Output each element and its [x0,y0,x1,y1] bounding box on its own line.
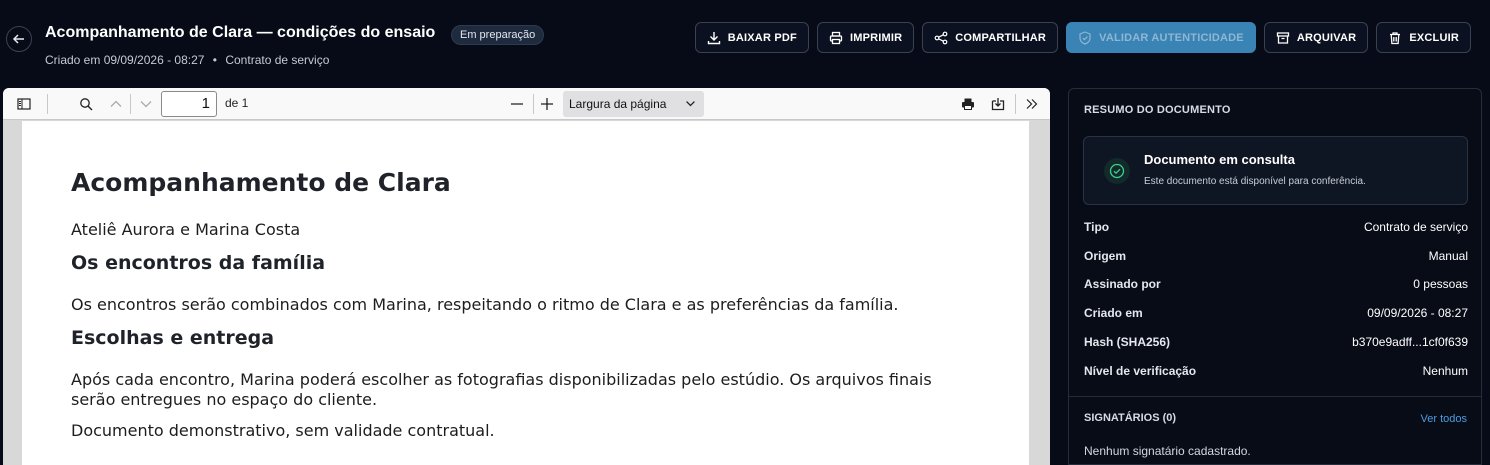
page-title: Acompanhamento de Clara — condições do e… [45,24,436,41]
section-heading: Escolhas e entrega [71,327,275,349]
zoom-select[interactable]: Largura da página [563,91,704,117]
sidebar-toggle-button[interactable] [17,97,31,111]
download-pdf-label: BAIXAR PDF [727,31,797,44]
delete-label: EXCLUIR [1409,31,1459,44]
printer-icon [829,31,843,44]
summary-label: Criado em [1084,306,1143,320]
share-label: COMPARTILHAR [955,31,1047,44]
arrow-left-icon [12,34,24,44]
summary-value: b370e9adff...1cf0f639 [1352,335,1468,349]
zoom-select-value: Largura da página [569,97,667,111]
share-icon [934,31,948,44]
document-parties: Ateliê Aurora e Marina Costa [71,220,301,239]
print-button[interactable]: IMPRIMIR [816,22,915,53]
summary-label: Origem [1084,249,1127,263]
minus-icon [511,103,523,105]
check-circle-icon [1104,158,1130,184]
summary-value: 09/09/2026 - 08:27 [1367,306,1468,320]
plus-icon [541,98,553,110]
no-signers-message: Nenhum signatário cadastrado. [1084,444,1251,458]
separator-dot: • [212,53,217,67]
summary-label: Nível de verificação [1084,364,1197,378]
signers-title: SIGNATÁRIOS (0) [1084,412,1177,424]
double-chevron-right-icon [1026,99,1038,109]
validate-authenticity-button[interactable]: VALIDAR AUTENTICIDADE [1066,22,1256,53]
page-count-label: de 1 [225,96,249,110]
summary-row-hash: Hash (SHA256) b370e9adff...1cf0f639 [1084,335,1468,349]
print-label: IMPRIMIR [849,31,903,44]
sidebar-icon [17,98,31,110]
document-title: Acompanhamento de Clara [71,168,451,197]
chevron-down-icon [686,101,695,107]
toolbar-divider [47,94,48,114]
trash-icon [1390,31,1401,44]
download-pdf-button[interactable]: BAIXAR PDF [694,22,809,53]
panel-title: RESUMO DO DOCUMENTO [1084,104,1231,116]
status-description: Este documento está disponível para conf… [1144,176,1366,187]
summary-value: 0 pessoas [1413,277,1468,291]
pdf-viewer: 1 de 1 Largura da página Acompanhamento … [3,88,1050,465]
share-button[interactable]: COMPARTILHAR [922,22,1059,53]
next-page-button[interactable] [139,97,153,111]
save-icon [991,98,1005,111]
see-all-link[interactable]: Ver todos [1421,413,1467,425]
document-type: Contrato de serviço [225,53,330,67]
chevron-up-icon [110,100,122,107]
summary-value: Contrato de serviço [1363,220,1468,234]
page-number-input[interactable]: 1 [161,91,217,117]
more-tools-button[interactable] [1025,97,1039,111]
toolbar-divider [533,94,534,114]
summary-label: Assinado por [1084,277,1161,291]
chevron-down-icon [140,101,152,108]
toolbar-divider [130,94,131,114]
summary-label: Hash (SHA256) [1084,335,1171,349]
archive-icon [1276,31,1290,44]
section-paragraph: Os encontros serão combinados com Marina… [71,295,899,314]
section-heading: Os encontros da família [71,252,326,274]
status-badge: Em preparação [451,25,545,45]
document-summary-panel: RESUMO DO DOCUMENTO Documento em consult… [1068,88,1482,465]
archive-label: ARQUIVAR [1296,31,1357,44]
zoom-out-button[interactable] [510,97,524,111]
validate-authenticity-label: VALIDAR AUTENTICIDADE [1099,31,1244,44]
panel-divider [1069,396,1481,397]
previous-page-button[interactable] [109,97,123,111]
search-icon [80,98,93,111]
download-icon [707,31,720,44]
summary-row-origin: Origem Manual [1084,249,1468,263]
delete-button[interactable]: EXCLUIR [1376,22,1471,53]
pdf-toolbar: 1 de 1 Largura da página [3,88,1050,120]
toolbar-divider [1015,94,1016,114]
summary-value: Nenhum [1422,364,1468,378]
page-subtitle: Criado em 09/09/2026 - 08:27 • Contrato … [45,53,329,67]
summary-row-verification: Nível de verificação Nenhum [1084,364,1468,378]
viewer-print-button[interactable] [961,97,975,111]
back-button[interactable] [6,26,32,52]
find-button[interactable] [79,97,93,111]
section-paragraph: Após cada encontro, Marina poderá escolh… [71,370,932,409]
pdf-page: Acompanhamento de Clara Ateliê Aurora e … [22,121,1029,465]
status-title: Documento em consulta [1144,152,1295,167]
shield-check-icon [1079,30,1091,45]
summary-row-type: Tipo Contrato de serviço [1084,220,1468,234]
document-disclaimer: Documento demonstrativo, sem validade co… [71,421,495,440]
created-date: Criado em 09/09/2026 - 08:27 [45,53,205,67]
status-card: Documento em consulta Este documento est… [1083,136,1468,205]
viewer-save-button[interactable] [991,97,1005,111]
summary-row-signed-by: Assinado por 0 pessoas [1084,277,1468,291]
summary-row-created: Criado em 09/09/2026 - 08:27 [1084,306,1468,320]
zoom-in-button[interactable] [540,97,554,111]
printer-icon [962,98,974,110]
archive-button[interactable]: ARQUIVAR [1263,22,1369,53]
header-actions: BAIXAR PDF IMPRIMIR COMPARTILHAR VALIDAR… [694,22,1471,53]
summary-label: Tipo [1084,220,1110,234]
summary-value: Manual [1428,249,1468,263]
